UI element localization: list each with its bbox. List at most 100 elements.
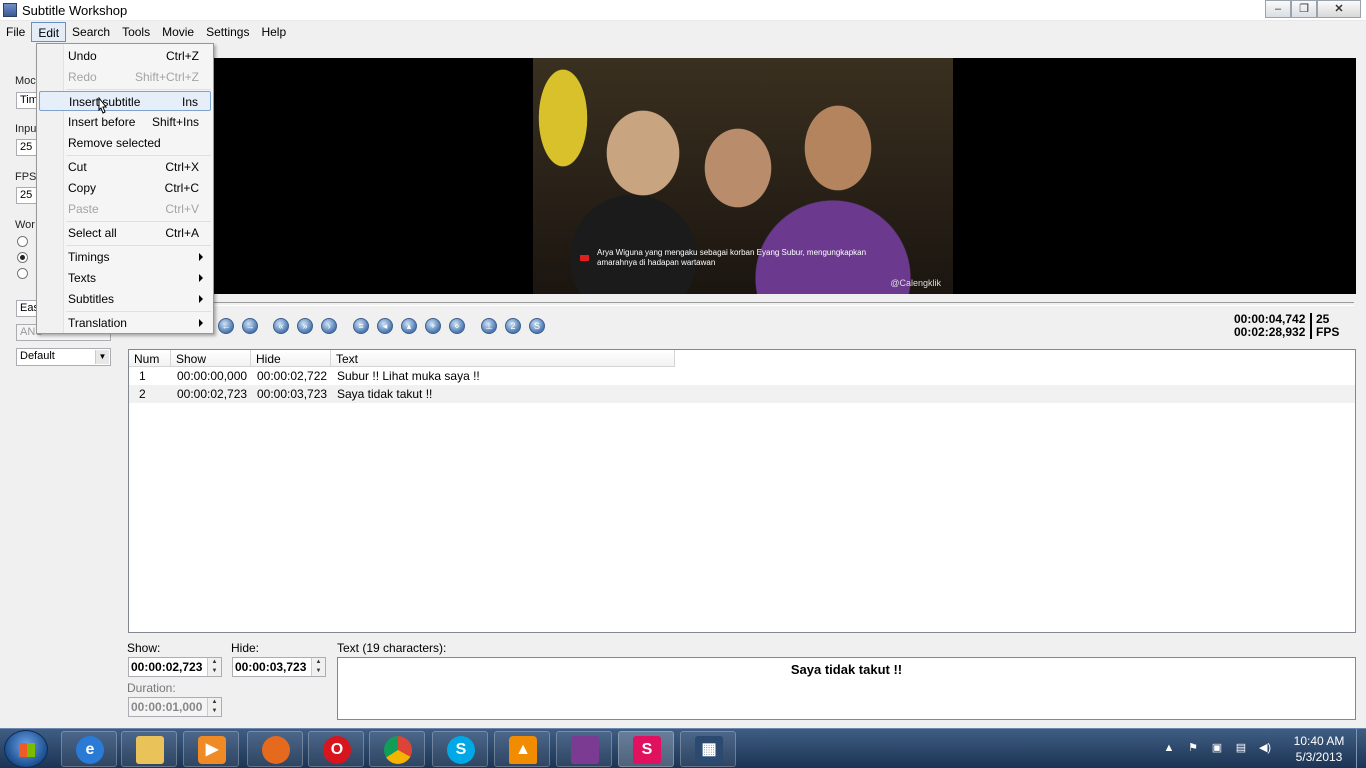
video-player[interactable]: Arya Wiguna yang mengaku sebagai korban … bbox=[128, 58, 1356, 294]
show-hidden-icons-icon[interactable]: ▲ bbox=[1162, 741, 1176, 755]
menu-item-timings[interactable]: Timings bbox=[39, 247, 211, 267]
clock-date: 5/3/2013 bbox=[1295, 750, 1343, 764]
windows-logo-icon bbox=[19, 743, 35, 757]
subtitle-workshop-icon: S bbox=[633, 736, 661, 764]
taskbar-skype[interactable]: S bbox=[432, 731, 488, 767]
grid-header: Num Show Hide Text bbox=[129, 350, 1355, 367]
total-time: 00:02:28,932 bbox=[1234, 325, 1306, 339]
clapperboard-icon: ▦ bbox=[695, 736, 723, 764]
video-watermark: @Calengklik bbox=[890, 278, 941, 288]
set-hide-time-icon[interactable]: ◂ bbox=[377, 318, 393, 334]
menu-item-undo[interactable]: Undo Ctrl+Z bbox=[39, 46, 211, 66]
seek-bar[interactable] bbox=[128, 302, 1354, 306]
subtitle-text-editor[interactable]: Saya tidak takut !! bbox=[337, 657, 1356, 720]
volume-icon[interactable]: ◀) bbox=[1258, 741, 1272, 755]
taskbar-firefox[interactable] bbox=[247, 731, 303, 767]
menu-item-label: Subtitles bbox=[68, 292, 115, 306]
network-icon[interactable]: ▤ bbox=[1234, 741, 1248, 755]
taskbar-subtitle-workshop[interactable]: S bbox=[618, 731, 674, 767]
time-readout: 00:00:04,742 00:02:28,932 bbox=[1234, 313, 1305, 339]
menu-search[interactable]: Search bbox=[66, 22, 116, 42]
maximize-button[interactable]: ❐ bbox=[1291, 0, 1317, 18]
menu-separator bbox=[66, 155, 211, 156]
taskbar-winrar[interactable] bbox=[556, 731, 612, 767]
menu-item-copy[interactable]: Copy Ctrl+C bbox=[39, 178, 211, 198]
row-num: 2 bbox=[139, 387, 146, 401]
media-player-icon: ▶ bbox=[198, 736, 226, 764]
menu-item-texts[interactable]: Texts bbox=[39, 268, 211, 288]
column-hide[interactable]: Hide bbox=[251, 350, 331, 367]
spin-arrows-icon[interactable]: ▲ ▼ bbox=[311, 658, 325, 676]
minimize-button[interactable]: ‒ bbox=[1265, 0, 1291, 18]
submenu-arrow-icon bbox=[199, 295, 203, 303]
menu-edit[interactable]: Edit bbox=[31, 22, 67, 42]
fast-forward-icon[interactable]: » bbox=[297, 318, 313, 334]
taskbar-media-player[interactable]: ▶ bbox=[183, 731, 239, 767]
spin-arrows-icon[interactable]: ▲ ▼ bbox=[207, 658, 221, 676]
menu-item-insert-subtitle[interactable]: Insert subtitle Ins bbox=[39, 91, 211, 111]
menu-item-paste[interactable]: Paste Ctrl+V bbox=[39, 199, 211, 219]
taskbar-file-explorer[interactable] bbox=[121, 731, 177, 767]
submenu-arrow-icon bbox=[199, 253, 203, 261]
translation-icon[interactable]: 2 bbox=[505, 318, 521, 334]
start-subtitle-icon[interactable]: + bbox=[425, 318, 441, 334]
taskbar-vlc[interactable]: ▲ bbox=[494, 731, 550, 767]
duration-field[interactable]: 00:00:01,000 ▲ ▼ bbox=[128, 697, 222, 717]
close-button[interactable]: ✕ bbox=[1317, 0, 1361, 18]
system-clock[interactable]: 10:40 AM 5/3/2013 bbox=[1288, 733, 1350, 765]
step-forward-icon[interactable]: → bbox=[242, 318, 258, 334]
work-radio-3[interactable] bbox=[17, 268, 28, 279]
menu-item-remove-selected[interactable]: Remove selected bbox=[39, 133, 211, 153]
fps-label: FPS bbox=[15, 171, 37, 183]
submenu-arrow-icon bbox=[199, 274, 203, 282]
folder-icon bbox=[136, 736, 164, 764]
menu-item-translation[interactable]: Translation bbox=[39, 313, 211, 333]
tray-app-icon[interactable]: ▣ bbox=[1210, 741, 1224, 755]
subtitle-grid[interactable]: Num Show Hide Text 1 00:00:00,000 00:00:… bbox=[128, 349, 1356, 633]
rewind-icon[interactable]: « bbox=[273, 318, 289, 334]
table-row[interactable]: 2 00:00:02,723 00:00:03,723 Saya tidak t… bbox=[129, 385, 1355, 403]
style-select[interactable]: Default ▼ bbox=[16, 348, 111, 366]
window-title: Subtitle Workshop bbox=[22, 3, 128, 18]
menu-item-cut[interactable]: Cut Ctrl+X bbox=[39, 157, 211, 177]
menu-separator bbox=[66, 89, 211, 90]
menu-file[interactable]: File bbox=[0, 22, 31, 42]
work-radio-2[interactable] bbox=[17, 252, 28, 263]
start-button[interactable] bbox=[4, 730, 48, 768]
firefox-icon bbox=[262, 736, 290, 764]
menu-item-subtitles[interactable]: Subtitles bbox=[39, 289, 211, 309]
menu-settings[interactable]: Settings bbox=[200, 22, 255, 42]
menu-item-insert-before[interactable]: Insert before Shift+Ins bbox=[39, 112, 211, 132]
work-radio-1[interactable] bbox=[17, 236, 28, 247]
taskbar-video-tool[interactable]: ▦ bbox=[680, 731, 736, 767]
step-back-icon[interactable]: ← bbox=[218, 318, 234, 334]
menu-item-select-all[interactable]: Select all Ctrl+A bbox=[39, 223, 211, 243]
taskbar-internet-explorer[interactable]: e bbox=[61, 731, 117, 767]
menu-item-shortcut: Ins bbox=[181, 95, 198, 109]
menu-movie[interactable]: Movie bbox=[156, 22, 200, 42]
taskbar-chrome[interactable] bbox=[369, 731, 425, 767]
taskbar-opera[interactable]: O bbox=[308, 731, 364, 767]
spin-arrows-icon[interactable]: ▲ ▼ bbox=[207, 698, 221, 716]
set-show-time-icon[interactable]: ≡ bbox=[353, 318, 369, 334]
row-hide: 00:00:03,723 bbox=[257, 387, 328, 401]
menu-help[interactable]: Help bbox=[255, 22, 292, 42]
show-time-field[interactable]: 00:00:02,723 ▲ ▼ bbox=[128, 657, 222, 677]
sync-icon[interactable]: S bbox=[529, 318, 545, 334]
add-subtitle-icon[interactable]: ▴ bbox=[401, 318, 417, 334]
action-center-flag-icon[interactable]: ⚑ bbox=[1186, 741, 1200, 755]
column-text[interactable]: Text bbox=[331, 350, 675, 367]
column-show[interactable]: Show bbox=[171, 350, 251, 367]
bottom-align-icon[interactable]: ⊥ bbox=[481, 318, 497, 334]
submenu-arrow-icon bbox=[199, 319, 203, 327]
show-desktop-button[interactable] bbox=[1356, 729, 1366, 768]
menu-item-redo[interactable]: Redo Shift+Ctrl+Z bbox=[39, 67, 211, 87]
menu-item-label: Redo bbox=[68, 70, 97, 84]
next-icon[interactable]: › bbox=[321, 318, 337, 334]
column-num[interactable]: Num bbox=[129, 350, 171, 367]
end-subtitle-icon[interactable]: ⋄ bbox=[449, 318, 465, 334]
skype-icon: S bbox=[447, 736, 475, 764]
table-row[interactable]: 1 00:00:00,000 00:00:02,722 Subur !! Lih… bbox=[129, 367, 1355, 385]
hide-time-field[interactable]: 00:00:03,723 ▲ ▼ bbox=[232, 657, 326, 677]
menu-tools[interactable]: Tools bbox=[116, 22, 156, 42]
